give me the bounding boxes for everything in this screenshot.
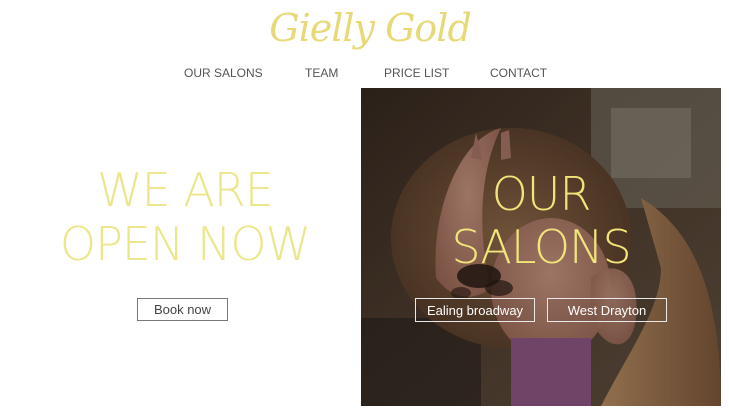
main-nav: OUR SALONS TEAM PRICE LIST CONTACT <box>0 66 729 84</box>
salons-title-line-1: OUR <box>491 167 592 221</box>
hero-headline-line-2: OPEN NOW <box>59 217 311 271</box>
nav-item-our-salons[interactable]: OUR SALONS <box>184 66 263 80</box>
salons-title-line-2: SALONS <box>451 220 631 274</box>
book-now-button[interactable]: Book now <box>137 298 228 321</box>
salons-title: OUR SALONS <box>361 168 721 274</box>
hero-headline: WE ARE OPEN NOW <box>0 163 370 271</box>
salon-west-drayton-button[interactable]: West Drayton <box>547 298 667 322</box>
salons-hero-image: OUR SALONS Ealing broadway West Drayton <box>361 88 721 406</box>
nav-item-team[interactable]: TEAM <box>305 66 338 80</box>
nav-item-price-list[interactable]: PRICE LIST <box>384 66 449 80</box>
nav-item-contact[interactable]: CONTACT <box>490 66 547 80</box>
brand-logo[interactable]: Gielly Gold <box>0 6 729 50</box>
salon-ealing-broadway-button[interactable]: Ealing broadway <box>415 298 535 322</box>
hero-headline-line-1: WE ARE <box>97 163 274 217</box>
